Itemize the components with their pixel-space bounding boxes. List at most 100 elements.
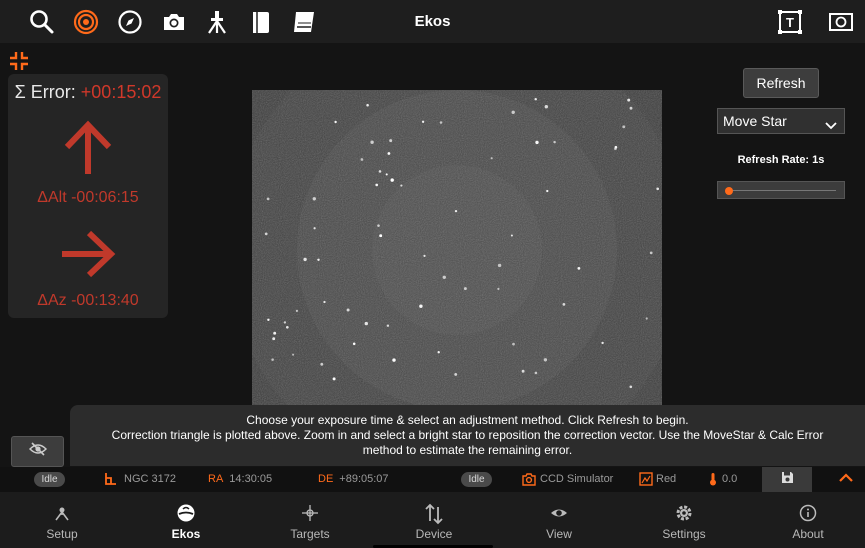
camera-status-badge: Idle (461, 472, 492, 487)
star-point (544, 105, 548, 109)
star-point (546, 189, 549, 193)
total-error-value: +00:15:02 (80, 82, 162, 102)
nav-label-view: View (546, 527, 572, 541)
star-point (437, 351, 440, 354)
star-point (266, 197, 270, 201)
collapse-icon[interactable] (8, 50, 30, 72)
star-point (562, 303, 566, 306)
nav-item-view[interactable]: View (497, 492, 621, 548)
star-point (534, 97, 537, 101)
total-error: Σ Error: +00:15:02 (8, 82, 168, 103)
star-point (454, 209, 458, 213)
star-point (386, 324, 390, 327)
star-point (385, 173, 388, 176)
mount-status-badge: Idle (34, 472, 65, 487)
star-point (387, 152, 391, 155)
star-point (419, 304, 423, 308)
star-point (400, 184, 403, 187)
star-point (534, 371, 538, 375)
targets-icon (300, 503, 320, 523)
star-point (320, 362, 324, 366)
nav-label-targets: Targets (290, 527, 330, 541)
search-icon[interactable] (28, 8, 56, 36)
nav-item-about[interactable]: About (746, 492, 865, 548)
target-name: NGC 3172 (124, 473, 176, 485)
star-point (510, 234, 513, 237)
tripod-icon[interactable] (203, 8, 231, 36)
book-icon[interactable] (247, 8, 275, 36)
star-point (267, 318, 270, 321)
star-point (317, 258, 320, 262)
about-icon (798, 503, 818, 523)
app-root: Ekos T Σ Error: +00:15:02 ΔAlt -00:06:15 (0, 0, 865, 548)
refresh-button[interactable]: Refresh (743, 68, 819, 98)
total-error-label: Σ Error: (14, 82, 76, 102)
star-point (292, 353, 295, 356)
star-point (364, 321, 368, 326)
star-point (454, 372, 458, 376)
star-point (497, 287, 500, 290)
star-point (535, 140, 539, 145)
save-icon (781, 471, 794, 489)
compass-icon[interactable] (116, 8, 144, 36)
image-icon[interactable] (827, 8, 855, 36)
nav-item-device[interactable]: Device (372, 492, 496, 548)
bottom-navigation: Setup Ekos Targets Device View Settings … (0, 492, 865, 548)
star-point (645, 317, 648, 320)
slider-track (728, 190, 836, 191)
nav-item-targets[interactable]: Targets (248, 492, 372, 548)
star-point (656, 187, 660, 191)
star-point (295, 309, 299, 313)
refresh-rate-slider[interactable] (717, 181, 845, 199)
target-icon[interactable] (72, 8, 100, 36)
camera-icon[interactable] (160, 8, 188, 36)
star-point (370, 140, 374, 144)
star-field-image[interactable] (252, 90, 662, 410)
svg-text:T: T (786, 15, 794, 30)
refresh-rate-label: Refresh Rate: 1s (737, 154, 825, 166)
top-toolbar: Ekos T (0, 0, 865, 43)
instruction-line-1: Choose your exposure time & select an ad… (246, 413, 689, 427)
nav-item-settings[interactable]: Settings (622, 492, 746, 548)
star-point (283, 321, 287, 324)
device-icon (424, 503, 444, 525)
nav-item-ekos[interactable]: Ekos (124, 492, 248, 548)
adjustment-method-select[interactable]: Move Star (717, 108, 845, 134)
star-point (273, 331, 277, 335)
thermometer-icon (706, 472, 720, 486)
polar-error-panel: Σ Error: +00:15:02 ΔAlt -00:06:15 ΔAz -0… (8, 74, 168, 318)
star-point (272, 337, 276, 341)
save-button[interactable] (762, 467, 812, 492)
slider-thumb[interactable] (725, 187, 733, 195)
nav-item-setup[interactable]: Setup (0, 492, 124, 548)
star-point (379, 234, 383, 238)
instruction-line-2: Correction triangle is plotted above. Zo… (111, 428, 824, 442)
star-point (313, 227, 316, 230)
de-label: DE (318, 473, 334, 485)
star-point (323, 300, 326, 304)
star-point (622, 125, 626, 129)
star-point (334, 120, 337, 124)
nav-label-ekos: Ekos (171, 527, 201, 541)
star-point (423, 254, 426, 258)
star-point (629, 106, 633, 110)
star-point (392, 358, 396, 362)
star-point (312, 197, 316, 201)
star-point (439, 121, 443, 124)
hide-overlay-button[interactable] (11, 436, 64, 467)
de-readout: DE +89:05:07 (318, 473, 389, 486)
nav-label-settings: Settings (662, 527, 706, 541)
de-value: +89:05:07 (339, 473, 389, 485)
star-point (390, 178, 394, 182)
text-overlay-icon[interactable]: T (776, 8, 804, 36)
eye-off-icon (28, 442, 47, 461)
document-icon[interactable] (290, 8, 318, 36)
view-icon (549, 503, 569, 523)
star-point (577, 267, 581, 270)
instruction-line-3: method to estimate the remaining error. (362, 443, 573, 457)
chevron-up-icon[interactable] (838, 471, 854, 490)
star-point (601, 341, 604, 345)
star-point (463, 287, 467, 291)
star-point (629, 385, 633, 389)
star-point (614, 147, 617, 151)
